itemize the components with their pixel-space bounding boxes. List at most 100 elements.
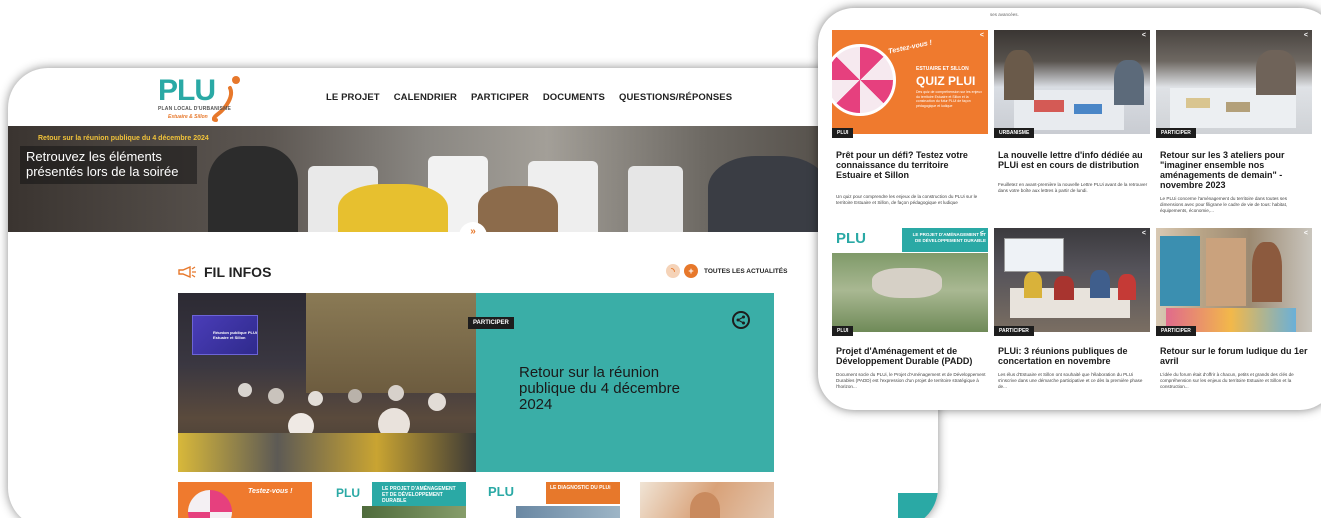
tile-padd-label: LE PROJET D'AMÉNAGEMENT ET DE DÉVELOPPEM… [912, 232, 986, 243]
tile-excerpt: Un quiz pour comprendre les enjeux de la… [836, 194, 978, 205]
projection-screen [1004, 238, 1064, 272]
logo-word: PLU [158, 74, 216, 107]
table-card [1074, 104, 1102, 114]
news-tile-lettre[interactable]: < URBANISME La nouvelle lettre d'info dé… [994, 30, 1150, 220]
all-news-label[interactable]: TOUTES LES ACTUALITÉS [704, 268, 787, 275]
thumb-quiz-text: Testez-vous ! [248, 488, 293, 495]
featured-article-photo: Réunion publique PLUi Estuaire et Sillon [178, 293, 476, 472]
all-news-link[interactable]: ◝ + TOUTES LES ACTUALITÉS [666, 264, 787, 278]
tile-excerpt: L'idée du forum était d'offrir à chacun,… [1160, 372, 1294, 389]
rss-icon[interactable]: ◝ [666, 264, 680, 278]
hero-caption-box: Retrouvez les éléments présentés lors de… [20, 146, 197, 184]
news-tile-reunions[interactable]: < PARTICIPER PLUi: 3 réunions publiques … [994, 228, 1150, 403]
featured-article[interactable]: Réunion publique PLUi Estuaire et Sillon… [178, 293, 774, 472]
featured-category-tag[interactable]: PARTICIPER [468, 317, 514, 329]
thumb-padd-text: LE PROJET D'AMÉNAGEMENT ET DE DÉVELOPPEM… [382, 486, 456, 504]
nav-item-calendrier[interactable]: CALENDRIER [394, 92, 457, 103]
nav-item-le-projet[interactable]: LE PROJET [326, 92, 380, 103]
chevron-down-double-icon[interactable]: » [459, 222, 487, 242]
hero-title: Retrouvez les éléments présentés lors de… [26, 149, 179, 179]
tile-reunions-image: < [994, 228, 1150, 332]
tile-ateliers-image: < [1156, 30, 1312, 134]
news-tile-padd[interactable]: PLU LE PROJET D'AMÉNAGEMENT ET DE DÉVELO… [832, 228, 988, 403]
table-card [1034, 100, 1064, 112]
site-logo[interactable]: PLU PLAN LOCAL D'URBANISME Estuaire & Si… [158, 74, 268, 126]
news-tile-quiz[interactable]: Testez-vous ! ESTUAIRE ET SILLON QUIZ PL… [832, 30, 988, 220]
participant [1114, 60, 1144, 105]
thumb-diagnostic-photo [516, 506, 620, 518]
tile-quiz-script: Testez-vous ! [887, 39, 933, 56]
thumb-quiz[interactable]: Testez-vous ! [178, 482, 312, 518]
fil-infos-header: FIL INFOS [178, 264, 271, 280]
tile-quiz-image: Testez-vous ! ESTUAIRE ET SILLON QUIZ PL… [832, 30, 988, 134]
featured-article-panel[interactable]: PARTICIPER Retour sur la réunion publiqu… [468, 293, 774, 472]
audience-head [308, 391, 323, 406]
photo-wall [306, 293, 476, 393]
share-glyph [736, 315, 745, 325]
share-icon[interactable]: < [980, 230, 984, 237]
featured-article-title[interactable]: Retour sur la réunion publique du 4 déce… [519, 365, 709, 413]
main-navigation: LE PROJET CALENDRIER PARTICIPER DOCUMENT… [326, 92, 732, 103]
aerial-town [872, 268, 942, 298]
hero-person [708, 156, 828, 232]
participant [1004, 50, 1034, 100]
news-thumbnails-row: Testez-vous ! PLU LE PROJET D'AMÉNAGEMEN… [178, 482, 774, 518]
hero-seat [628, 166, 683, 232]
tile-category-tag[interactable]: PARTICIPER [1156, 326, 1196, 336]
tile-excerpt: Les élus d'Estuaire et Sillon ont souhai… [998, 372, 1143, 389]
audience-head [238, 383, 252, 397]
hero-person [338, 184, 448, 232]
table-block [1186, 98, 1210, 108]
tile-category-tag[interactable]: URBANISME [994, 128, 1035, 138]
projection-screen: Réunion publique PLUi Estuaire et Sillon [192, 315, 258, 355]
tile-forum-image: < [1156, 228, 1312, 332]
hero-banner[interactable]: Retour sur la réunion publique du 4 déce… [8, 126, 938, 232]
thumb-padd-photo [362, 506, 466, 518]
news-grid-screenshot-card: ses avancées. Testez-vous ! ESTUAIRE ET … [818, 8, 1321, 410]
share-icon[interactable]: < [1304, 230, 1308, 237]
thumb-diagnostic[interactable]: PLU LE DIAGNOSTIC DU PLUi [486, 482, 620, 518]
thumb-photo[interactable] [640, 482, 774, 518]
audience-head [388, 385, 404, 401]
share-icon[interactable]: < [1304, 32, 1308, 39]
tile-quiz-label-1: ESTUAIRE ET SILLON [916, 66, 969, 72]
audience-jackets [178, 433, 476, 472]
news-tile-ateliers[interactable]: < PARTICIPER Retour sur les 3 ateliers p… [1156, 30, 1312, 220]
tile-title[interactable]: Retour sur les 3 ateliers pour "imaginer… [1160, 150, 1310, 190]
hero-tag: Retour sur la réunion publique du 4 déce… [38, 135, 209, 142]
tile-category-tag[interactable]: PARTICIPER [1156, 128, 1196, 138]
audience-head [428, 393, 446, 411]
tile-padd-image: PLU LE PROJET D'AMÉNAGEMENT ET DE DÉVELO… [832, 228, 988, 332]
nav-item-documents[interactable]: DOCUMENTS [543, 92, 605, 103]
tile-category-tag[interactable]: PLUI [832, 128, 854, 138]
share-icon[interactable]: < [1142, 32, 1146, 39]
thumb-photo-hands [690, 492, 720, 518]
megaphone-icon [178, 266, 196, 278]
tile-excerpt: Document socle du PLUi, le Projet d'Amén… [836, 372, 986, 389]
participant [1024, 272, 1042, 298]
nav-item-questions-reponses[interactable]: QUESTIONS/RÉPONSES [619, 92, 732, 103]
audience-head [268, 388, 284, 404]
tile-title[interactable]: Projet d'Aménagement et de Développement… [836, 346, 986, 366]
teal-corner-accent [898, 493, 938, 518]
share-icon[interactable]: < [1142, 230, 1146, 237]
tile-title[interactable]: La nouvelle lettre d'info dédiée au PLUi… [998, 150, 1148, 170]
logo-subtitle: PLAN LOCAL D'URBANISME [158, 106, 231, 112]
share-icon[interactable] [732, 311, 750, 329]
participant [1054, 276, 1074, 300]
tile-title[interactable]: PLUi: 3 réunions publiques de concertati… [998, 346, 1148, 366]
tile-category-tag[interactable]: PLUI [832, 326, 854, 336]
tile-title[interactable]: Prêt pour un défi? Testez votre connaiss… [836, 150, 986, 180]
plus-icon[interactable]: + [684, 264, 698, 278]
tile-title[interactable]: Retour sur le forum ludique du 1er avril [1160, 346, 1310, 366]
share-icon[interactable]: < [980, 32, 984, 39]
nav-item-participer[interactable]: PARTICIPER [471, 92, 529, 103]
thumb-padd-logo: PLU [336, 486, 360, 500]
tile-quiz-caption: Des quiz de compréhension sur les enjeux… [916, 90, 982, 108]
quiz-wheel-icon [188, 490, 232, 518]
top-snippet-text: ses avancées. [990, 12, 1019, 17]
thumb-padd[interactable]: PLU LE PROJET D'AMÉNAGEMENT ET DE DÉVELO… [332, 482, 466, 518]
fil-infos-title: FIL INFOS [204, 264, 272, 280]
news-tile-forum[interactable]: < PARTICIPER Retour sur le forum ludique… [1156, 228, 1312, 403]
tile-category-tag[interactable]: PARTICIPER [994, 326, 1034, 336]
